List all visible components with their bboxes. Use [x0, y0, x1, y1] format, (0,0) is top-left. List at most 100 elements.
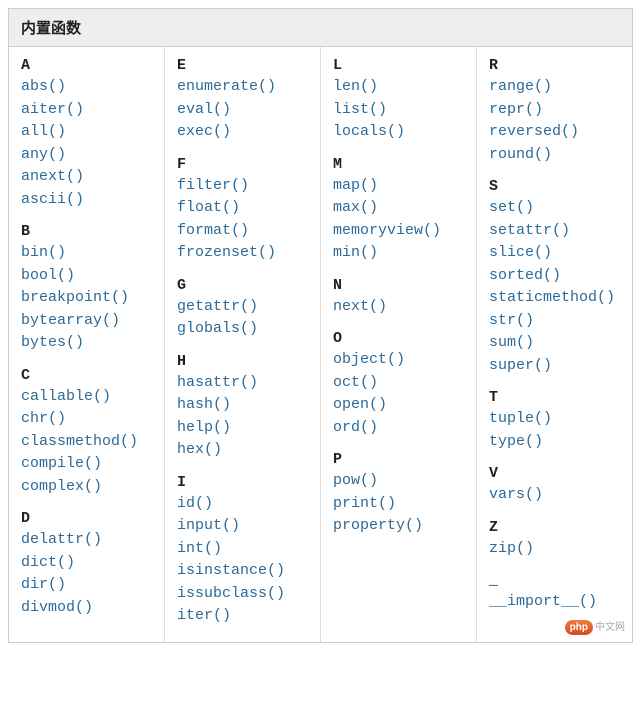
function-link[interactable]: next(): [333, 296, 464, 319]
function-link[interactable]: callable(): [21, 386, 152, 409]
column-3: Rrange()repr()reversed()round() Sset()set…: [477, 47, 632, 642]
function-link[interactable]: delattr(): [21, 529, 152, 552]
function-link[interactable]: ord(): [333, 417, 464, 440]
function-link[interactable]: all(): [21, 121, 152, 144]
function-link[interactable]: type(): [489, 431, 620, 454]
function-link[interactable]: open(): [333, 394, 464, 417]
function-link[interactable]: abs(): [21, 76, 152, 99]
group-O: Oobject()oct()open()ord(): [333, 330, 464, 439]
function-link[interactable]: tuple(): [489, 408, 620, 431]
function-link[interactable]: help(): [177, 417, 308, 440]
function-link[interactable]: format(): [177, 220, 308, 243]
letter-heading: O: [333, 330, 464, 347]
function-link[interactable]: __import__(): [489, 591, 620, 614]
letter-heading: T: [489, 389, 620, 406]
letter-heading: F: [177, 156, 308, 173]
function-link[interactable]: compile(): [21, 453, 152, 476]
function-link[interactable]: round(): [489, 144, 620, 167]
function-link[interactable]: exec(): [177, 121, 308, 144]
function-link[interactable]: int(): [177, 538, 308, 561]
function-link[interactable]: sorted(): [489, 265, 620, 288]
function-link[interactable]: filter(): [177, 175, 308, 198]
group-S: Sset()setattr()slice()sorted()staticmeth…: [489, 178, 620, 377]
function-link[interactable]: object(): [333, 349, 464, 372]
function-link[interactable]: sum(): [489, 332, 620, 355]
function-link[interactable]: globals(): [177, 318, 308, 341]
function-link[interactable]: repr(): [489, 99, 620, 122]
group-_: ___import__(): [489, 572, 620, 614]
function-link[interactable]: eval(): [177, 99, 308, 122]
letter-heading: C: [21, 367, 152, 384]
function-link[interactable]: complex(): [21, 476, 152, 499]
function-link[interactable]: slice(): [489, 242, 620, 265]
function-link[interactable]: isinstance(): [177, 560, 308, 583]
watermark: php中文网: [565, 617, 625, 635]
function-link[interactable]: set(): [489, 197, 620, 220]
group-L: Llen()list()locals(): [333, 57, 464, 144]
function-link[interactable]: dir(): [21, 574, 152, 597]
group-P: Ppow()print()property(): [333, 451, 464, 538]
function-link[interactable]: ascii(): [21, 189, 152, 212]
function-link[interactable]: locals(): [333, 121, 464, 144]
function-link[interactable]: any(): [21, 144, 152, 167]
function-link[interactable]: hash(): [177, 394, 308, 417]
group-H: Hhasattr()hash()help()hex(): [177, 353, 308, 462]
function-link[interactable]: print(): [333, 493, 464, 516]
table-header: 内置函数: [9, 9, 632, 47]
function-link[interactable]: anext(): [21, 166, 152, 189]
group-G: Ggetattr()globals(): [177, 277, 308, 341]
function-link[interactable]: id(): [177, 493, 308, 516]
function-link[interactable]: bytes(): [21, 332, 152, 355]
function-link[interactable]: setattr(): [489, 220, 620, 243]
column-2: Llen()list()locals() Mmap()max()memoryvie…: [321, 47, 477, 642]
function-link[interactable]: aiter(): [21, 99, 152, 122]
watermark-text: 中文网: [595, 622, 625, 633]
group-B: Bbin()bool()breakpoint()bytearray()bytes…: [21, 223, 152, 355]
function-link[interactable]: hasattr(): [177, 372, 308, 395]
function-link[interactable]: divmod(): [21, 597, 152, 620]
function-link[interactable]: issubclass(): [177, 583, 308, 606]
letter-heading: A: [21, 57, 152, 74]
function-link[interactable]: hex(): [177, 439, 308, 462]
function-link[interactable]: range(): [489, 76, 620, 99]
function-link[interactable]: len(): [333, 76, 464, 99]
function-link[interactable]: frozenset(): [177, 242, 308, 265]
table-body: Aabs()aiter()all()any()anext()ascii() Bbi…: [9, 47, 632, 642]
function-link[interactable]: list(): [333, 99, 464, 122]
function-link[interactable]: reversed(): [489, 121, 620, 144]
group-E: Eenumerate()eval()exec(): [177, 57, 308, 144]
function-link[interactable]: pow(): [333, 470, 464, 493]
function-link[interactable]: getattr(): [177, 296, 308, 319]
group-R: Rrange()repr()reversed()round(): [489, 57, 620, 166]
function-link[interactable]: breakpoint(): [21, 287, 152, 310]
function-link[interactable]: max(): [333, 197, 464, 220]
watermark-badge: php: [565, 620, 593, 635]
group-M: Mmap()max()memoryview()min(): [333, 156, 464, 265]
function-link[interactable]: float(): [177, 197, 308, 220]
function-link[interactable]: oct(): [333, 372, 464, 395]
group-N: Nnext(): [333, 277, 464, 319]
function-link[interactable]: bin(): [21, 242, 152, 265]
function-link[interactable]: memoryview(): [333, 220, 464, 243]
function-link[interactable]: min(): [333, 242, 464, 265]
group-Z: Zzip(): [489, 519, 620, 561]
letter-heading: I: [177, 474, 308, 491]
function-link[interactable]: str(): [489, 310, 620, 333]
function-link[interactable]: vars(): [489, 484, 620, 507]
function-link[interactable]: dict(): [21, 552, 152, 575]
function-link[interactable]: chr(): [21, 408, 152, 431]
letter-heading: E: [177, 57, 308, 74]
function-link[interactable]: iter(): [177, 605, 308, 628]
function-link[interactable]: super(): [489, 355, 620, 378]
function-link[interactable]: property(): [333, 515, 464, 538]
function-link[interactable]: bool(): [21, 265, 152, 288]
function-link[interactable]: staticmethod(): [489, 287, 620, 310]
letter-heading: P: [333, 451, 464, 468]
function-link[interactable]: classmethod(): [21, 431, 152, 454]
function-link[interactable]: input(): [177, 515, 308, 538]
function-link[interactable]: zip(): [489, 538, 620, 561]
function-link[interactable]: map(): [333, 175, 464, 198]
function-link[interactable]: bytearray(): [21, 310, 152, 333]
function-link[interactable]: enumerate(): [177, 76, 308, 99]
letter-heading: V: [489, 465, 620, 482]
